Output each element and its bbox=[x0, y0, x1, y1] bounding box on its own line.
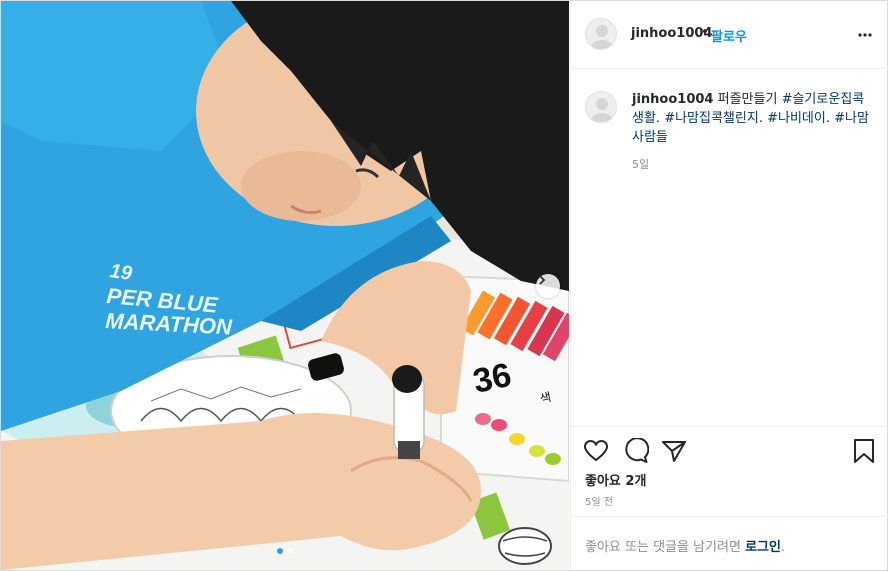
more-options-icon[interactable] bbox=[857, 27, 873, 43]
instagram-post: 19 PER BLUE MARATHON 36 색 jinhoo1004 • 팔… bbox=[0, 0, 888, 571]
heart-icon[interactable] bbox=[583, 438, 609, 464]
avatar[interactable] bbox=[585, 18, 617, 50]
post-timestamp[interactable]: 5일 전 bbox=[585, 493, 613, 508]
separator-dot: • bbox=[701, 25, 709, 40]
likes-count[interactable]: 좋아요 2개 bbox=[585, 470, 646, 489]
login-link[interactable]: 로그인 bbox=[745, 540, 781, 555]
caption-avatar[interactable] bbox=[585, 91, 617, 123]
post-side-panel: jinhoo1004 • 팔로우 jinhoo1004 퍼즐만들기 #슬기로운집… bbox=[570, 1, 888, 570]
follow-button[interactable]: 팔로우 bbox=[711, 26, 747, 45]
post-header: jinhoo1004 • 팔로우 bbox=[571, 1, 888, 69]
post-actions: 좋아요 2개 5일 전 bbox=[571, 426, 888, 516]
chevron-right-icon bbox=[539, 275, 546, 285]
post-photo[interactable]: 19 PER BLUE MARATHON 36 색 bbox=[1, 1, 569, 570]
login-prompt-text: 좋아요 또는 댓글을 남기려면 로그인. bbox=[585, 536, 785, 555]
default-avatar-icon bbox=[591, 98, 613, 122]
share-icon[interactable] bbox=[661, 438, 687, 464]
carousel-dot-active bbox=[277, 548, 283, 554]
carousel-indicator bbox=[277, 548, 293, 554]
shirt-text-1: 19 bbox=[108, 260, 134, 285]
bookmark-icon[interactable] bbox=[851, 438, 877, 464]
login-prompt-suffix: . bbox=[780, 540, 786, 555]
caption-username[interactable]: jinhoo1004 bbox=[632, 92, 713, 107]
box-number: 36 bbox=[470, 356, 515, 401]
caption-section: jinhoo1004 퍼즐만들기 #슬기로운집콕생활. #나맘집콕챌린지. #나… bbox=[571, 70, 888, 426]
caption-body: 퍼즐만들기 bbox=[717, 92, 778, 107]
carousel-dot bbox=[287, 548, 293, 554]
login-prompt: 좋아요 또는 댓글을 남기려면 로그인. bbox=[571, 516, 888, 570]
default-avatar-icon bbox=[591, 25, 613, 49]
comment-icon[interactable] bbox=[623, 438, 649, 464]
login-prompt-prefix: 좋아요 또는 댓글을 남기려면 bbox=[585, 540, 746, 555]
caption-text: jinhoo1004 퍼즐만들기 #슬기로운집콕생활. #나맘집콕챌린지. #나… bbox=[632, 90, 872, 147]
next-photo-button[interactable] bbox=[536, 274, 560, 298]
caption-timestamp[interactable]: 5일 bbox=[632, 156, 649, 172]
hashtag-link[interactable]: #나맘집콕챌린지. bbox=[664, 111, 763, 126]
hashtag-link[interactable]: #나비데이. bbox=[767, 111, 830, 126]
photo-illustration: 19 PER BLUE MARATHON 36 색 bbox=[1, 1, 569, 570]
